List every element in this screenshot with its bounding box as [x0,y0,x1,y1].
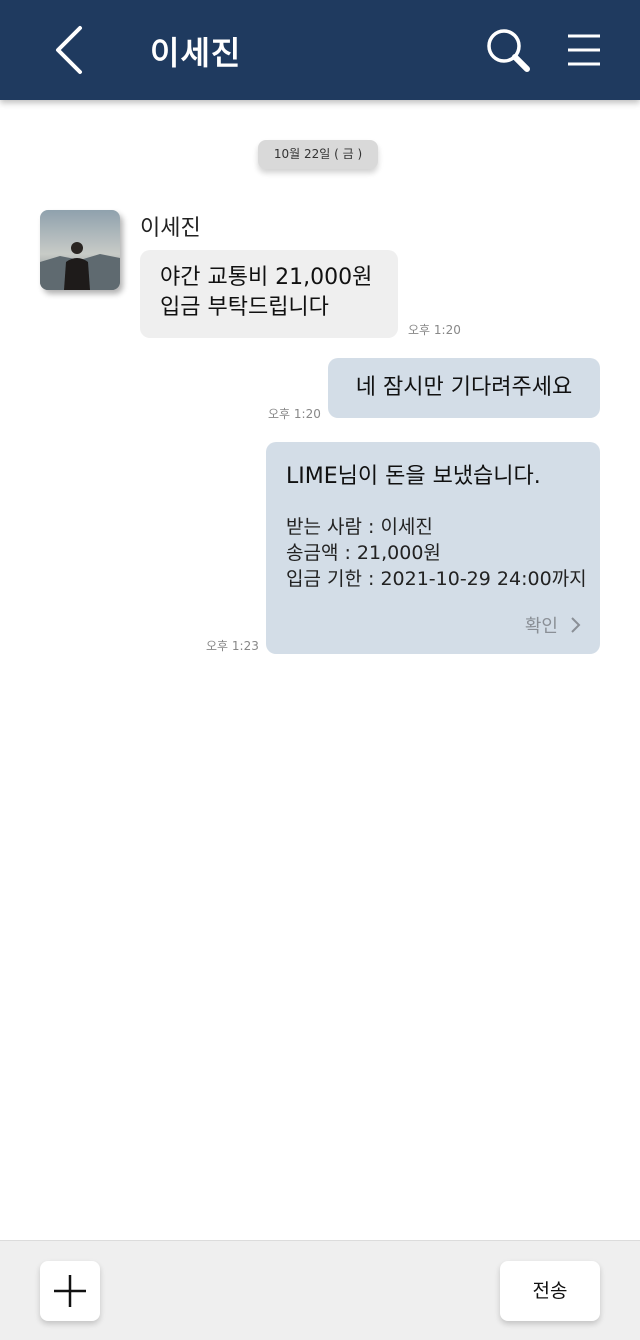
message-text-line: 야간 교통비 21,000원 [160,265,373,290]
confirm-label: 확인 [524,616,558,637]
chat-title: 이세진 [150,34,242,72]
transfer-amount: 송금액 : 21,000원 [286,542,441,564]
outgoing-message-bubble[interactable]: 네 잠시만 기다려주세요 [328,358,600,418]
chevron-left-icon [56,26,82,74]
sender-name: 이세진 [140,216,201,241]
message-timestamp: 오후 1:20 [268,407,321,421]
input-bar: 전송 [0,1240,640,1340]
send-button[interactable]: 전송 [500,1261,600,1321]
search-icon [487,29,530,72]
avatar[interactable] [40,210,120,290]
add-attachment-button[interactable] [40,1261,100,1321]
message-timestamp: 오후 1:20 [408,323,461,337]
profile-photo-icon [40,210,120,290]
hamburger-menu-icon [568,34,600,66]
transfer-card[interactable]: LIME님이 돈을 보냈습니다. 받는 사람 : 이세진 송금액 : 21,00… [266,442,600,654]
message-text-line: 입금 부탁드립니다 [160,295,329,320]
confirm-button[interactable]: 확인 [525,612,582,638]
date-divider: 10월 22일 ( 금 ) [258,140,378,169]
plus-icon [54,1275,86,1307]
menu-button[interactable] [564,30,604,70]
search-button[interactable] [484,26,534,76]
transfer-recipient: 받는 사람 : 이세진 [286,516,433,538]
message-timestamp: 오후 1:23 [206,639,259,653]
chevron-right-icon [571,617,581,633]
transfer-deadline: 입금 기한 : 2021-10-29 24:00까지 [286,568,587,590]
back-button[interactable] [44,22,100,78]
transfer-card-title: LIME님이 돈을 보냈습니다. [286,464,541,489]
incoming-message-bubble[interactable]: 야간 교통비 21,000원 입금 부탁드립니다 [140,250,398,338]
chat-header: 이세진 [0,0,640,100]
